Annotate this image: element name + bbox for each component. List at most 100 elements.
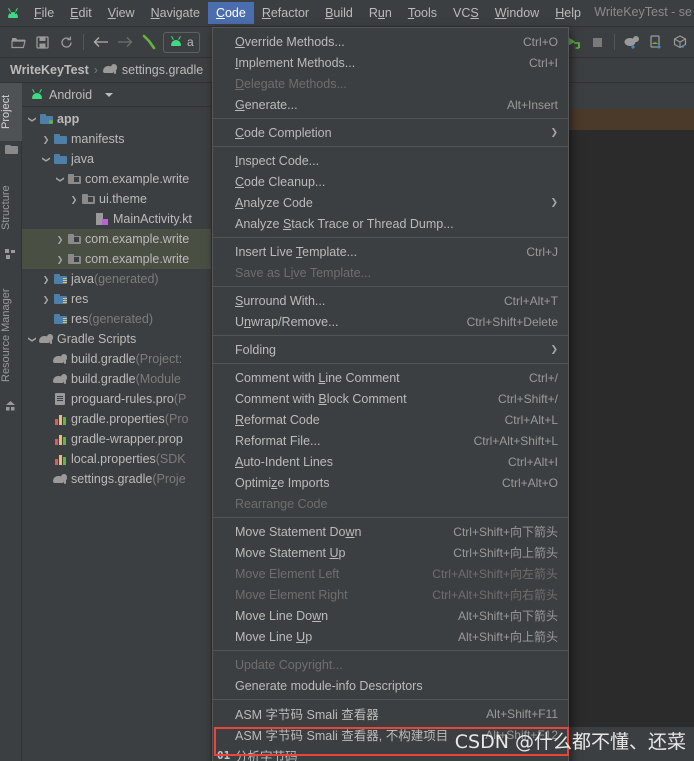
- tree-row[interactable]: Gradle Scripts: [22, 329, 211, 349]
- menubar-item-window[interactable]: Window: [487, 2, 547, 24]
- chevron-right-icon[interactable]: [54, 255, 66, 264]
- package-icon: [66, 174, 82, 184]
- menu-item[interactable]: Code Completion ❯: [213, 122, 568, 143]
- tree-row[interactable]: com.example.write: [22, 229, 211, 249]
- menubar-item-tools[interactable]: Tools: [400, 2, 445, 24]
- menubar-item-build[interactable]: Build: [317, 2, 361, 24]
- tree-row[interactable]: com.example.write: [22, 249, 211, 269]
- folder-generated-icon: [52, 274, 68, 284]
- menu-item[interactable]: Comment with Line Comment Ctrl+/: [213, 367, 568, 388]
- menu-item[interactable]: Optimize Imports Ctrl+Alt+O: [213, 472, 568, 493]
- menu-item[interactable]: Generate module-info Descriptors: [213, 675, 568, 696]
- menu-item[interactable]: Insert Live Template... Ctrl+J: [213, 241, 568, 262]
- menu-item[interactable]: Implement Methods... Ctrl+I: [213, 52, 568, 73]
- menu-item[interactable]: Analyze Code ❯: [213, 192, 568, 213]
- menu-item[interactable]: Auto-Indent Lines Ctrl+Alt+I: [213, 451, 568, 472]
- menu-item[interactable]: Surround With... Ctrl+Alt+T: [213, 290, 568, 311]
- chevron-right-icon[interactable]: [40, 295, 52, 304]
- sidebar-item-project[interactable]: Project: [0, 83, 22, 141]
- tree-row-label: com.example.write: [85, 232, 190, 246]
- tree-row[interactable]: settings.gradle (Proje: [22, 469, 211, 489]
- menu-item[interactable]: Inspect Code...: [213, 150, 568, 171]
- tree-row[interactable]: java: [22, 149, 211, 169]
- tree-row[interactable]: gradle.properties (Pro: [22, 409, 211, 429]
- menu-item-shortcut: Ctrl+Alt+T: [503, 293, 558, 308]
- save-icon[interactable]: [30, 30, 54, 54]
- menu-separator: [213, 650, 568, 651]
- menu-item[interactable]: Analyze Stack Trace or Thread Dump...: [213, 213, 568, 234]
- tree-row[interactable]: com.example.write: [22, 169, 211, 189]
- tree-row-label: proguard-rules.pro: [71, 392, 174, 406]
- menubar-item-view[interactable]: View: [100, 2, 143, 24]
- open-folder-icon[interactable]: [6, 30, 30, 54]
- proguard-file-icon: [52, 393, 68, 405]
- menu-item[interactable]: Code Cleanup...: [213, 171, 568, 192]
- forward-arrow-icon[interactable]: [113, 30, 137, 54]
- sync-icon[interactable]: [54, 30, 78, 54]
- device-manager-icon[interactable]: [644, 30, 668, 54]
- tree-row[interactable]: local.properties (SDK: [22, 449, 211, 469]
- menu-item[interactable]: Unwrap/Remove... Ctrl+Shift+Delete: [213, 311, 568, 332]
- chevron-down-icon[interactable]: [40, 155, 52, 164]
- menu-item[interactable]: Generate... Alt+Insert: [213, 94, 568, 115]
- menu-item[interactable]: ASM 字节码 Smali 查看器 Alt+Shift+F11: [213, 703, 568, 724]
- menu-bar: File Edit View Navigate Code Refactor Build Run…: [0, 0, 694, 27]
- tree-row[interactable]: gradle-wrapper.prop: [22, 429, 211, 449]
- tree-row[interactable]: manifests: [22, 129, 211, 149]
- menu-item-shortcut: Ctrl+Alt+Shift+L: [473, 433, 558, 448]
- chevron-down-icon[interactable]: [26, 335, 38, 344]
- menu-item[interactable]: Override Methods... Ctrl+O: [213, 31, 568, 52]
- menu-item: Move Element Right Ctrl+Alt+Shift+向右箭头: [213, 584, 568, 605]
- android-logo-icon: [0, 7, 26, 18]
- menu-item-label: Comment with Block Comment: [235, 391, 407, 406]
- tree-row[interactable]: MainActivity.kt: [22, 209, 211, 229]
- menu-item-shortcut: Ctrl+J: [526, 244, 558, 259]
- chevron-right-icon[interactable]: [40, 135, 52, 144]
- module-selector[interactable]: a: [163, 31, 200, 53]
- menubar-item-file[interactable]: File: [26, 2, 62, 24]
- menu-item[interactable]: Reformat Code Ctrl+Alt+L: [213, 409, 568, 430]
- menubar-item-vcs[interactable]: VCS: [445, 2, 487, 24]
- tree-row[interactable]: proguard-rules.pro (P: [22, 389, 211, 409]
- stop-icon[interactable]: [585, 30, 609, 54]
- chevron-right-icon[interactable]: [40, 275, 52, 284]
- menu-item[interactable]: Move Statement Down Ctrl+Shift+向下箭头: [213, 521, 568, 542]
- project-panel-header[interactable]: Android: [22, 83, 211, 107]
- menu-item[interactable]: Folding ❯: [213, 339, 568, 360]
- menubar-item-help[interactable]: Help: [547, 2, 589, 24]
- menubar-item-navigate[interactable]: Navigate: [143, 2, 208, 24]
- tree-row[interactable]: java (generated): [22, 269, 211, 289]
- back-arrow-icon[interactable]: [89, 30, 113, 54]
- tree-row[interactable]: res (generated): [22, 309, 211, 329]
- tree-row[interactable]: app: [22, 109, 211, 129]
- chevron-right-icon: ❯: [550, 197, 558, 207]
- menubar-item-run[interactable]: Run: [361, 2, 400, 24]
- sidebar-item-resource-manager[interactable]: Resource Manager: [0, 275, 22, 395]
- tree-row-label: settings.gradle: [71, 472, 153, 486]
- menu-item[interactable]: Move Line Down Alt+Shift+向下箭头: [213, 605, 568, 626]
- breadcrumb-file[interactable]: settings.gradle: [122, 63, 203, 77]
- sidebar-item-structure[interactable]: Structure: [0, 171, 22, 245]
- tree-row[interactable]: build.gradle (Project:: [22, 349, 211, 369]
- chevron-down-icon[interactable]: [54, 175, 66, 184]
- menubar-item-code[interactable]: Code: [207, 2, 254, 24]
- menubar-item-refactor[interactable]: Refactor: [254, 2, 317, 24]
- gradle-sync-icon[interactable]: [620, 30, 644, 54]
- menu-item[interactable]: Move Statement Up Ctrl+Shift+向上箭头: [213, 542, 568, 563]
- chevron-down-icon[interactable]: [26, 115, 38, 124]
- tree-row[interactable]: res: [22, 289, 211, 309]
- menu-item-shortcut: Ctrl+Alt+Shift+向左箭头: [432, 567, 558, 581]
- breadcrumb-project[interactable]: WriteKeyTest: [10, 63, 89, 77]
- menubar-item-edit[interactable]: Edit: [62, 2, 100, 24]
- gradle-elephant-icon: [38, 334, 54, 344]
- chevron-right-icon[interactable]: [68, 195, 80, 204]
- tree-row[interactable]: ui.theme: [22, 189, 211, 209]
- chevron-right-icon[interactable]: [54, 235, 66, 244]
- sdk-manager-icon[interactable]: [668, 30, 692, 54]
- menu-item[interactable]: Comment with Block Comment Ctrl+Shift+/: [213, 388, 568, 409]
- chevron-down-icon[interactable]: [105, 92, 114, 97]
- menu-item[interactable]: Reformat File... Ctrl+Alt+Shift+L: [213, 430, 568, 451]
- menu-item[interactable]: Move Line Up Alt+Shift+向上箭头: [213, 626, 568, 647]
- tree-row[interactable]: build.gradle (Module: [22, 369, 211, 389]
- build-hammer-icon[interactable]: [137, 30, 161, 54]
